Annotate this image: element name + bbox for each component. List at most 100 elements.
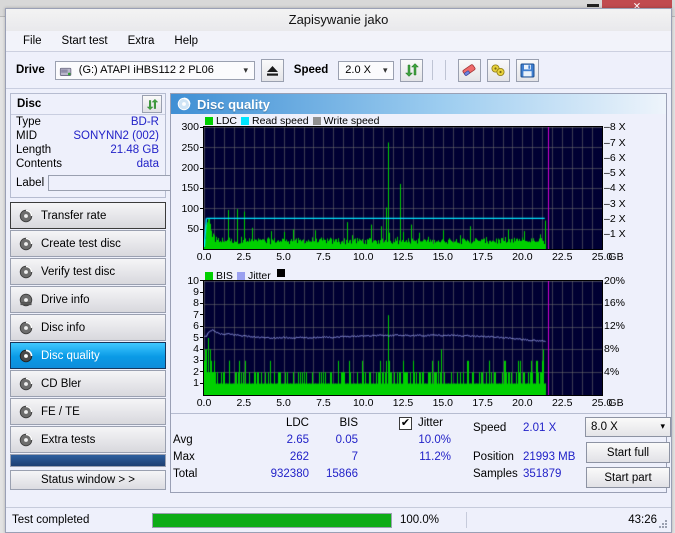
sidebar-item-disc-info[interactable]: Disc info: [10, 314, 166, 341]
bitsetting-icon: [491, 64, 505, 76]
disc-test-icon: [19, 237, 33, 250]
sidebar-item-create-test-disc[interactable]: Create test disc: [10, 230, 166, 257]
chart1-y2tick: –3 X: [604, 197, 626, 210]
drive-label: Drive: [16, 64, 45, 76]
stats-avg-bis: 0.05: [335, 434, 358, 446]
chart1-xtick: 2.5: [236, 251, 252, 264]
sidebar-item-verify-test-disc[interactable]: Verify test disc: [10, 258, 166, 285]
chart2-xtick: 10.0: [352, 396, 374, 409]
chart1-x-unit: GB: [608, 251, 624, 264]
chart1-xtick: 5.0: [276, 251, 291, 264]
stats-col-bis: BIS: [339, 417, 358, 429]
sidebar-item-label: Transfer rate: [41, 209, 107, 222]
toolbar-separator: [432, 60, 434, 80]
disc-test-icon: [19, 405, 33, 418]
chart2-plot[interactable]: [203, 279, 603, 396]
sidebar-item-cd-bler[interactable]: CD Bler: [10, 370, 166, 397]
chart2-y2tick: 12%: [604, 320, 626, 333]
menu-help[interactable]: Help: [165, 33, 207, 49]
chart2-xtick: 20.0: [512, 396, 533, 409]
disc-quality-icon: [177, 97, 191, 111]
legend-label-bis: BIS: [216, 269, 233, 282]
chart-ldc-readspeed: LDC Read speed Write speed 50 100 150 20…: [171, 114, 666, 267]
progress-bar-fill: [153, 513, 391, 527]
chart2-xtick: 7.5: [316, 396, 331, 409]
disc-refresh-button[interactable]: [142, 95, 162, 113]
chevron-down-icon: ▾: [660, 421, 665, 431]
stats-row-max: Max: [173, 451, 195, 463]
stats-speed-value: 2.01 X: [523, 422, 557, 434]
menu-file[interactable]: File: [14, 33, 51, 49]
stats-position-label: Position: [473, 451, 514, 463]
chart1-y2tick: –2 X: [604, 212, 626, 225]
chart1-xtick: 17.5: [472, 251, 493, 264]
sidebar-gradient-bar: [10, 454, 166, 467]
chart1-ytick: 300: [181, 121, 204, 133]
start-full-button[interactable]: Start full: [586, 442, 670, 463]
drive-select-value: (G:) ATAPI iHBS112 2 PL06: [78, 64, 214, 76]
legend-label-ldc: LDC: [216, 115, 238, 128]
save-button[interactable]: [516, 58, 540, 82]
panel-title: Disc quality: [197, 96, 270, 112]
status-window-button[interactable]: Status window > >: [10, 470, 166, 490]
chart1-legend: LDC Read speed Write speed: [205, 115, 380, 127]
sidebar-item-transfer-rate[interactable]: Transfer rate: [10, 202, 166, 229]
eject-button[interactable]: [260, 58, 284, 82]
start-part-button[interactable]: Start part: [586, 467, 670, 488]
sidebar-item-fe-te[interactable]: FE / TE: [10, 398, 166, 425]
stats-max-ldc: 262: [289, 451, 309, 463]
resize-grip[interactable]: [658, 520, 668, 530]
chart2-xtick: 17.5: [472, 396, 493, 409]
chart1-plot[interactable]: [203, 126, 603, 251]
legend-item-ldc: LDC: [205, 115, 237, 127]
chart1-xtick: 22.5: [551, 251, 573, 264]
chart2-y2tick: 8%: [604, 342, 620, 355]
legend-swatch-write-speed: [312, 117, 321, 126]
refresh-button[interactable]: [400, 58, 424, 82]
chart2-canvas: [204, 280, 602, 395]
toolbar: Drive (G:) ATAPI iHBS112 2 PL06 ▾ Speed …: [6, 52, 671, 89]
sidebar-item-label: Create test disc: [41, 237, 121, 250]
legend-swatch-bis: [205, 271, 213, 280]
chart2-ytick: 1: [193, 377, 204, 389]
chart2-y2tick: 20%: [604, 274, 626, 287]
chart2-xtick: 15.0: [432, 396, 454, 409]
erase-button[interactable]: [458, 58, 482, 82]
disc-value-type: BD-R: [130, 116, 159, 128]
background-minimize-icon[interactable]: [587, 4, 599, 7]
stats-row-total: Total: [173, 468, 198, 480]
menubar: File Start test Extra Help: [6, 31, 671, 52]
eraser-icon: [462, 63, 476, 76]
stats-max-bis: 7: [351, 451, 358, 463]
drive-icon: [59, 67, 72, 76]
elapsed-time: 43:26: [628, 514, 657, 526]
test-speed-select[interactable]: 8.0 X ▾: [585, 417, 671, 437]
chart1-xtick: 0.0: [196, 251, 212, 264]
sidebar-item-label: CD Bler: [41, 377, 82, 390]
disc-row-mid: MID SONYNN2 (002): [11, 129, 165, 143]
jitter-checkbox[interactable]: ✔: [399, 417, 412, 430]
sidebar-item-disc-quality[interactable]: Disc quality: [10, 342, 166, 369]
disc-box-header: Disc: [11, 94, 165, 115]
sidebar-item-extra-tests[interactable]: Extra tests: [10, 426, 166, 453]
disc-row-contents: Contents data: [11, 157, 165, 171]
window-title: Zapisywanie jako: [288, 12, 389, 27]
sidebar: Disc Type BD-R MID SONYNN2 (002) Length …: [6, 89, 254, 493]
chart1-ytick: 150: [181, 182, 204, 194]
chart1-xtick: 20.0: [512, 251, 533, 264]
status-window-label: Status window > >: [41, 474, 135, 486]
menu-start-test[interactable]: Start test: [53, 33, 117, 49]
sidebar-item-drive-info[interactable]: Drive info: [10, 286, 166, 313]
sidebar-item-label: Extra tests: [41, 433, 96, 446]
drive-select[interactable]: (G:) ATAPI iHBS112 2 PL06 ▾: [54, 60, 255, 80]
speed-select[interactable]: 2.0 X ▾: [338, 60, 395, 80]
menu-extra[interactable]: Extra: [119, 33, 164, 49]
chart1-y2tick: –7 X: [604, 136, 626, 149]
disc-quality-icon: [19, 349, 33, 362]
stats-col-jitter: Jitter: [418, 417, 443, 429]
disc-test-icon: [19, 265, 33, 278]
bitsetting-button[interactable]: [487, 58, 511, 82]
content-area: Disc Type BD-R MID SONYNN2 (002) Length …: [6, 89, 671, 493]
stats-col-ldc: LDC: [285, 417, 309, 429]
chart1-xtick: 7.5: [316, 251, 331, 264]
